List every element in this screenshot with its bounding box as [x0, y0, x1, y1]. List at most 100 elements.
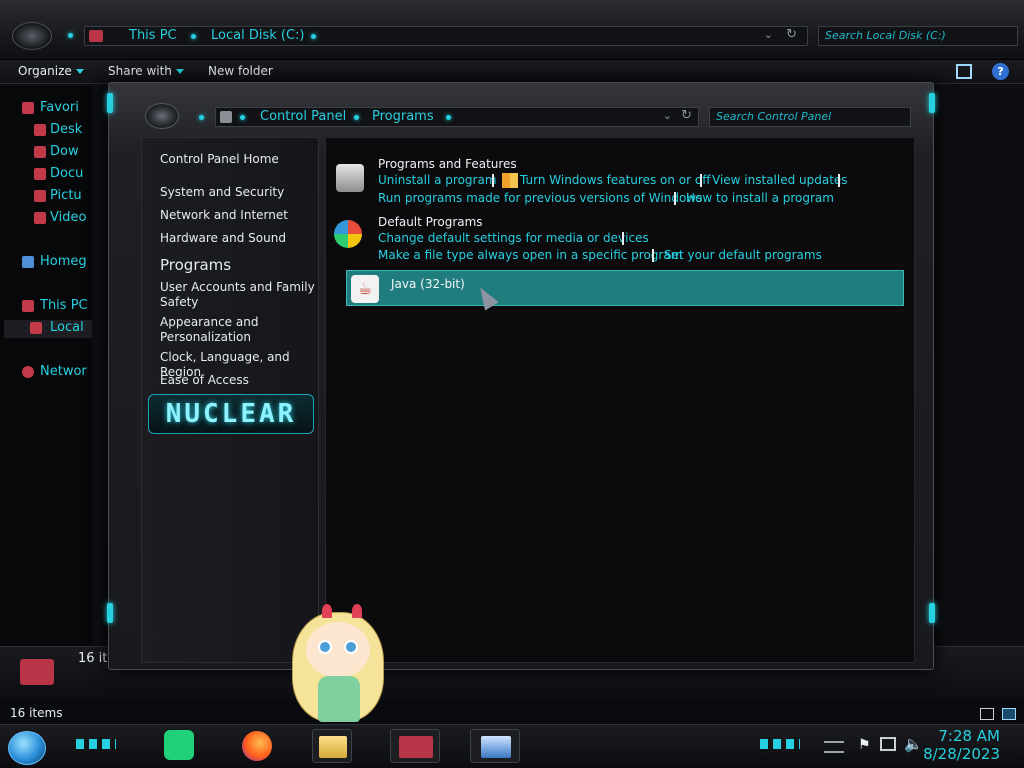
sidebar-link-appearance[interactable]: Appearance and Personalization: [160, 315, 320, 345]
details-view-icon[interactable]: [980, 708, 994, 720]
refresh-icon[interactable]: ↻: [786, 27, 797, 42]
download-icon: [34, 146, 46, 158]
java-item-selected[interactable]: ☕ Java (32-bit): [346, 270, 904, 306]
spotify-icon: [164, 730, 194, 760]
link-set-default-programs[interactable]: Set your default programs: [664, 248, 822, 262]
frame-glow: [107, 603, 113, 623]
nav-label: This PC: [40, 298, 88, 313]
nav-item-homegroup[interactable]: Homeg: [22, 254, 87, 269]
dot-icon: [354, 115, 359, 120]
taskbar-app-spotify[interactable]: [160, 729, 200, 763]
breadcrumb-local-disk[interactable]: Local Disk (C:): [211, 28, 304, 43]
sidebar-link-home[interactable]: Control Panel Home: [160, 152, 320, 167]
taskbar-app-firefox[interactable]: [238, 729, 278, 763]
flag-icon[interactable]: ⚑: [858, 737, 871, 753]
link-uninstall-program[interactable]: Uninstall a program: [378, 173, 497, 187]
taskbar-app-remote[interactable]: [470, 729, 520, 763]
nav-label: Video: [50, 210, 87, 225]
sidebar-link-network-internet[interactable]: Network and Internet: [160, 208, 320, 223]
chevron-down-icon[interactable]: ⌄: [663, 109, 672, 122]
link-run-old-programs[interactable]: Run programs made for previous versions …: [378, 191, 702, 205]
video-icon: [34, 212, 46, 224]
volume-icon[interactable]: 🔈: [904, 735, 923, 753]
control-panel-sidebar: Control Panel Home System and Security N…: [141, 137, 319, 663]
explorer-address-bar[interactable]: This PC Local Disk (C:) ⌄ ↻: [84, 26, 808, 46]
taskbar-app-control-panel[interactable]: [390, 729, 440, 763]
nav-label: Dow: [50, 144, 79, 159]
sidebar-link-hardware-sound[interactable]: Hardware and Sound: [160, 231, 320, 246]
nav-label: Networ: [40, 364, 87, 379]
breadcrumb-programs[interactable]: Programs: [372, 109, 434, 124]
drive-icon: [20, 659, 54, 685]
breadcrumb-this-pc[interactable]: This PC: [129, 28, 177, 43]
section-title-programs-features[interactable]: Programs and Features: [378, 157, 517, 171]
sidebar-link-user-accounts[interactable]: User Accounts and Family Safety: [160, 280, 320, 310]
refresh-icon[interactable]: ↻: [681, 108, 692, 123]
separator: [838, 174, 840, 187]
breadcrumb-control-panel[interactable]: Control Panel: [260, 109, 346, 124]
link-view-installed-updates[interactable]: View installed updates: [712, 173, 848, 187]
sidebar-link-system-security[interactable]: System and Security: [160, 185, 320, 200]
new-folder-button[interactable]: New folder: [208, 64, 273, 78]
explorer-search-input[interactable]: Search Local Disk (C:): [818, 26, 1018, 46]
nav-label: Homeg: [40, 254, 87, 269]
control-panel-search-input[interactable]: Search Control Panel: [709, 107, 911, 127]
dot-icon: [446, 115, 451, 120]
nuclear-logo: NUCLEAR: [148, 394, 314, 434]
java-item-label: Java (32-bit): [391, 277, 465, 291]
preview-pane-icon[interactable]: [956, 64, 972, 79]
frame-glow: [929, 603, 935, 623]
nav-item-favorites[interactable]: Favori: [22, 100, 79, 115]
nav-item-desktop[interactable]: Desk: [34, 122, 82, 137]
nav-item-network[interactable]: Networ: [22, 364, 87, 379]
star-icon: [22, 102, 34, 114]
network-tray-icon[interactable]: [880, 737, 896, 751]
help-icon[interactable]: ?: [992, 63, 1009, 80]
sidebar-link-ease-of-access[interactable]: Ease of Access: [160, 373, 320, 388]
nav-label: Local: [50, 320, 84, 335]
chevron-down-icon: [175, 69, 184, 74]
firefox-icon: [242, 731, 272, 761]
section-title-default-programs[interactable]: Default Programs: [378, 215, 483, 229]
explorer-title-frame: This PC Local Disk (C:) ⌄ ↻ Search Local…: [0, 0, 1024, 60]
nav-item-videos[interactable]: Video: [34, 210, 86, 225]
separator: [652, 249, 654, 262]
system-clock[interactable]: 7:28 AM 8/28/2023: [923, 727, 1000, 763]
back-forward-orb-icon[interactable]: [145, 103, 179, 129]
nuclear-theme-icon: [399, 736, 433, 758]
link-file-type-open[interactable]: Make a file type always open in a specif…: [378, 248, 682, 262]
start-button[interactable]: [8, 731, 46, 765]
control-panel-address-bar[interactable]: Control Panel Programs ⌄ ↻: [215, 107, 699, 127]
nav-label: Favori: [40, 100, 79, 115]
picture-icon: [34, 190, 46, 202]
nav-item-downloads[interactable]: Dow: [34, 144, 79, 159]
default-programs-icon: [334, 220, 362, 248]
link-how-to-install[interactable]: How to install a program: [686, 191, 834, 205]
control-panel-content: Programs and Features Uninstall a progra…: [325, 137, 915, 663]
show-hidden-icons-icon[interactable]: [824, 741, 844, 753]
link-turn-windows-features[interactable]: Turn Windows features on or off: [520, 173, 711, 187]
character-horn: [322, 604, 332, 618]
large-icons-view-icon[interactable]: [1002, 708, 1016, 720]
dot-icon: [191, 34, 196, 39]
dot-icon: [311, 34, 316, 39]
java-icon: ☕: [351, 275, 379, 303]
link-change-default-media[interactable]: Change default settings for media or dev…: [378, 231, 649, 245]
taskbar-glow: [760, 739, 800, 749]
dot-icon: [199, 115, 204, 120]
taskbar-app-file-explorer[interactable]: [312, 729, 352, 763]
nav-item-this-pc[interactable]: This PC: [22, 298, 88, 313]
character-horn: [352, 604, 362, 618]
chevron-down-icon[interactable]: ⌄: [764, 28, 773, 41]
share-with-button[interactable]: Share with: [108, 64, 184, 78]
chevron-down-icon: [75, 69, 84, 74]
windows-shield-icon: [502, 173, 518, 188]
drive-icon: [89, 30, 103, 42]
nav-item-pictures[interactable]: Pictu: [34, 188, 82, 203]
nav-item-documents[interactable]: Docu: [34, 166, 83, 181]
nav-item-local-disk[interactable]: Local: [4, 320, 92, 338]
separator: [622, 232, 624, 245]
organize-button[interactable]: Organize: [18, 64, 84, 78]
programs-features-icon: [336, 164, 364, 192]
back-forward-orb-icon[interactable]: [12, 22, 52, 50]
